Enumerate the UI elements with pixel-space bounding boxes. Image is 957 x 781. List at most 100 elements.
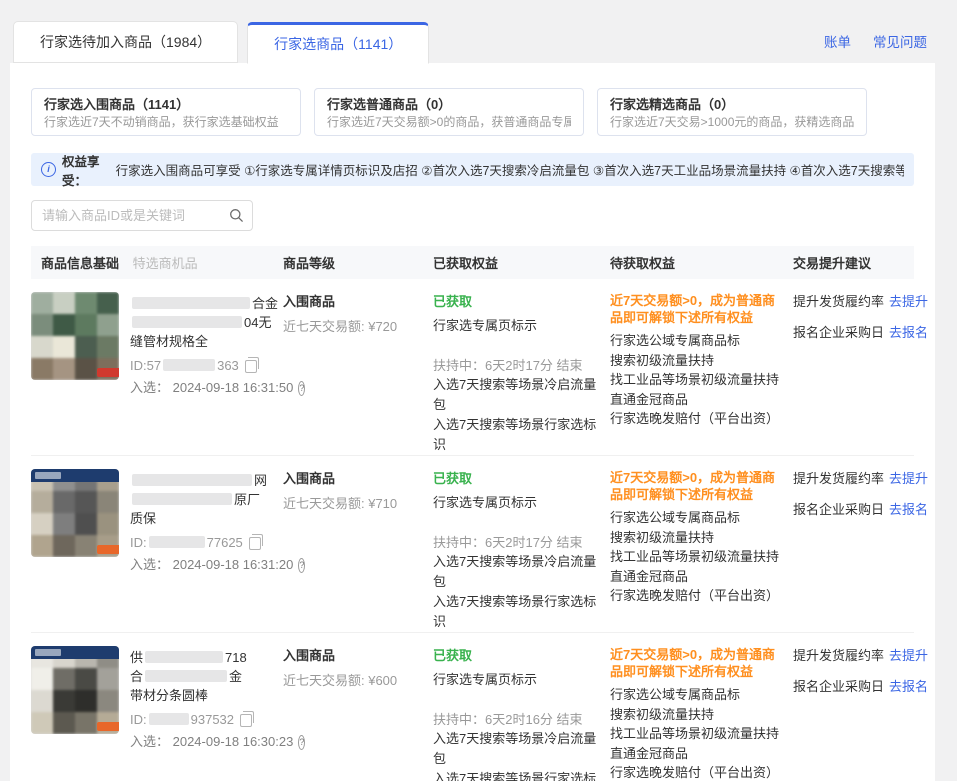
pending-benefit-item: 行家选公域专属商品标 bbox=[610, 508, 781, 528]
gained-status: 已获取 bbox=[433, 292, 598, 312]
selected-time: 入选： 2024-09-18 16:31:20 ? bbox=[130, 556, 271, 574]
notice-prefix: 权益享受： bbox=[62, 151, 114, 189]
gained-benefit: 行家选专属页标示 bbox=[433, 670, 598, 690]
col-header-pending: 待获取权益 bbox=[610, 253, 793, 272]
suggestion-label: 提升发货履约率 bbox=[793, 648, 884, 663]
visible-text: 937532 bbox=[191, 712, 234, 727]
support-countdown: 扶持中：6天2时17分 结束 bbox=[433, 356, 598, 375]
product-image[interactable] bbox=[31, 469, 119, 557]
content-panel: 行家选入围商品（1141） 行家选近7天不动销商品，获行家选基础权益 行家选普通… bbox=[10, 63, 935, 781]
title-line: 合金 bbox=[130, 667, 271, 686]
product-level: 入围商品 bbox=[283, 646, 421, 666]
card-title: 行家选精选商品（0） bbox=[610, 96, 854, 114]
suggestion-action-link[interactable]: 去提升 bbox=[889, 648, 928, 663]
suggestion-line: 提升发货履约率去提升 bbox=[793, 646, 928, 665]
turnover-7d: 近七天交易额: ¥710 bbox=[283, 495, 421, 513]
pending-benefit-item: 找工业品等场景初级流量扶持 bbox=[610, 547, 781, 567]
pending-benefit-item: 直通金冠商品 bbox=[610, 567, 781, 587]
col-header-level: 商品等级 bbox=[283, 253, 433, 272]
pending-benefit-item: 行家选晚发赔付（平台出资） bbox=[610, 763, 781, 781]
title-line: 供718 bbox=[130, 648, 271, 667]
pending-benefit-item: 行家选晚发赔付（平台出资） bbox=[610, 409, 781, 429]
copy-icon[interactable] bbox=[245, 360, 257, 373]
subtab-special-opportunity[interactable]: 特选商机品 bbox=[133, 256, 198, 271]
turnover-7d: 近七天交易额: ¥600 bbox=[283, 672, 421, 690]
visible-text: 57 bbox=[147, 358, 161, 373]
redacted-text bbox=[163, 359, 215, 371]
redacted-text bbox=[132, 493, 232, 505]
pending-headline: 近7天交易额>0，成为普通商品即可解锁下述所有权益 bbox=[610, 646, 781, 680]
card-title: 行家选入围商品（1141） bbox=[44, 96, 288, 114]
col-header-gained: 已获取权益 bbox=[433, 253, 610, 272]
subtab-product-info[interactable]: 商品信息基础 bbox=[41, 256, 119, 271]
table-row: 合金04无缝管材规格全 ID: 57363 入选： 2024-09-18 16:… bbox=[31, 279, 914, 455]
pending-headline: 近7天交易额>0，成为普通商品即可解锁下述所有权益 bbox=[610, 469, 781, 503]
suggestion-label: 报名企业采购日 bbox=[793, 679, 884, 694]
pending-benefit-item: 找工业品等场景初级流量扶持 bbox=[610, 370, 781, 390]
suggestion-line: 提升发货履约率去提升 bbox=[793, 469, 928, 488]
pending-benefit-item: 行家选晚发赔付（平台出资） bbox=[610, 586, 781, 606]
visible-text: 原厂 bbox=[234, 492, 260, 507]
selected-time: 入选： 2024-09-18 16:30:23 ? bbox=[130, 733, 271, 751]
suggestion-action-link[interactable]: 去报名 bbox=[889, 325, 928, 340]
product-title[interactable]: 供718合金带材分条圆棒 bbox=[130, 648, 271, 705]
pending-benefit-item: 直通金冠商品 bbox=[610, 744, 781, 764]
suggestion-line: 报名企业采购日去报名 bbox=[793, 500, 928, 519]
gained-benefit: 行家选专属页标示 bbox=[433, 316, 598, 336]
redacted-text bbox=[149, 536, 205, 548]
suggestion-line: 报名企业采购日去报名 bbox=[793, 677, 928, 696]
product-title[interactable]: 合金 04无缝管材规格全 bbox=[130, 294, 271, 351]
visible-text: 718 bbox=[225, 650, 247, 665]
suggestion-action-link[interactable]: 去报名 bbox=[889, 502, 928, 517]
pending-headline: 近7天交易额>0，成为普通商品即可解锁下述所有权益 bbox=[610, 292, 781, 326]
suggestion-action-link[interactable]: 去提升 bbox=[889, 471, 928, 486]
visible-text: 金 bbox=[229, 669, 242, 684]
blurred-photo bbox=[31, 292, 119, 380]
image-banner bbox=[31, 646, 119, 659]
redacted-text bbox=[132, 474, 252, 486]
card-normal[interactable]: 行家选普通商品（0） 行家选近7天交易额>0的商品，获普通商品专属权益 bbox=[314, 88, 584, 136]
pending-benefit-item: 找工业品等场景初级流量扶持 bbox=[610, 724, 781, 744]
redacted-text bbox=[132, 297, 250, 309]
billing-link[interactable]: 账单 bbox=[824, 31, 851, 51]
pending-benefit-item: 搜索初级流量扶持 bbox=[610, 705, 781, 725]
visible-text: 04无 bbox=[244, 315, 271, 330]
search-icon[interactable] bbox=[229, 208, 244, 228]
selected-time: 入选： 2024-09-18 16:31:50 ? bbox=[130, 379, 271, 397]
card-premium[interactable]: 行家选精选商品（0） 行家选近7天交易>1000元的商品，获精选商品专属权益 bbox=[597, 88, 867, 136]
redacted-text bbox=[145, 670, 227, 682]
image-banner bbox=[31, 469, 119, 482]
faq-link[interactable]: 常见问题 bbox=[873, 31, 927, 51]
suggestion-action-link[interactable]: 去报名 bbox=[889, 679, 928, 694]
turnover-7d: 近七天交易额: ¥720 bbox=[283, 318, 421, 336]
copy-icon[interactable] bbox=[249, 537, 261, 550]
redacted-text bbox=[149, 713, 189, 725]
info-icon: i bbox=[41, 162, 56, 177]
suggestion-label: 提升发货履约率 bbox=[793, 294, 884, 309]
visible-text: 带材分条圆棒 bbox=[130, 688, 208, 703]
table-header: 商品信息基础 特选商机品 商品等级 已获取权益 待获取权益 交易提升建议 bbox=[31, 246, 914, 279]
copy-icon[interactable] bbox=[240, 714, 252, 727]
title-line: 合金 bbox=[130, 294, 271, 313]
tab-selected-products[interactable]: 行家选商品（1141） bbox=[247, 22, 429, 64]
suggestion-line: 报名企业采购日去报名 bbox=[793, 323, 928, 342]
suggestion-label: 报名企业采购日 bbox=[793, 325, 884, 340]
product-title[interactable]: 网原厂质保 bbox=[130, 471, 271, 528]
product-image[interactable] bbox=[31, 292, 119, 380]
suggestion-line: 提升发货履约率去提升 bbox=[793, 292, 928, 311]
pending-benefit-item: 行家选公域专属商品标 bbox=[610, 331, 781, 351]
blurred-photo bbox=[31, 469, 119, 557]
search-input[interactable] bbox=[31, 200, 253, 231]
product-image[interactable] bbox=[31, 646, 119, 734]
suggestion-action-link[interactable]: 去提升 bbox=[889, 294, 928, 309]
tab-pending-products[interactable]: 行家选待加入商品（1984） bbox=[13, 21, 238, 63]
benefits-notice-bar: i 权益享受： 行家选入围商品可享受 ①行家选专属详情页标识及店招 ②首次入选7… bbox=[31, 153, 914, 186]
support-countdown: 扶持中：6天2时16分 结束 bbox=[433, 710, 598, 729]
pending-benefit-item: 行家选公域专属商品标 bbox=[610, 685, 781, 705]
product-level: 入围商品 bbox=[283, 469, 421, 489]
card-shortlisted[interactable]: 行家选入围商品（1141） 行家选近7天不动销商品，获行家选基础权益 bbox=[31, 88, 301, 136]
tier-cards: 行家选入围商品（1141） 行家选近7天不动销商品，获行家选基础权益 行家选普通… bbox=[31, 88, 914, 136]
visible-text: 缝管材规格全 bbox=[130, 334, 208, 349]
gained-benefit-item: 入选7天搜索等场景行家选标识 bbox=[433, 592, 598, 632]
pending-benefit-item: 直通金冠商品 bbox=[610, 390, 781, 410]
